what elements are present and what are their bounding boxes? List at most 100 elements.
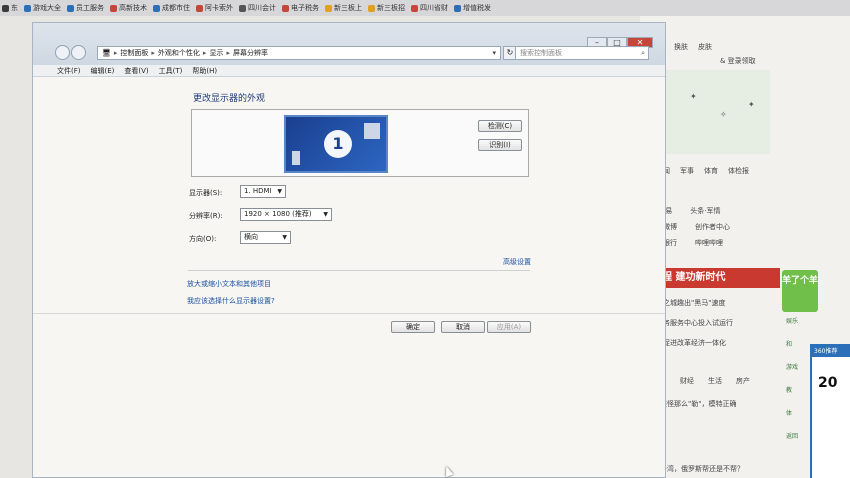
favorite-label: 成都市住 [162,4,190,12]
favorite-item[interactable]: 阿卡索外 [196,3,233,13]
side-item[interactable]: 教 [786,385,798,394]
favorite-label: 高新技术 [119,4,147,12]
favorite-item[interactable]: 新三板上 [325,3,362,13]
favorite-icon [110,4,117,12]
category-tabs: 财经 生活 房产 [680,376,750,386]
apply-button[interactable]: 应用(A) [487,321,531,333]
identify-button[interactable]: 识别(I) [478,139,522,151]
nav-theme[interactable]: 皮肤 [698,42,712,52]
favorite-icon [153,4,160,12]
display-label: 显示器(S): [189,189,223,197]
favorite-item[interactable]: 高新技术 [110,3,147,13]
tab-realestate[interactable]: 房产 [736,376,750,386]
menu-bar: 文件(F) 编辑(E) 查看(V) 工具(T) 帮助(H) [33,65,665,77]
tab-life[interactable]: 生活 [708,376,722,386]
site-link[interactable]: 头条·军情 [690,206,720,216]
advanced-settings-link[interactable]: 高级设置 [503,257,531,267]
site-link[interactable]: 哔哩哔哩 [695,238,723,248]
favorite-item[interactable]: 成都市住 [153,3,190,13]
news-item[interactable]: 政务服务中心投入试运行 [656,318,733,328]
favorite-icon [454,4,461,12]
bird-icon: ✧ [720,110,727,119]
favorite-label: 员工服务 [76,4,104,12]
news-item[interactable]: 力促进改革经济一体化 [656,338,726,348]
breadcrumb-item[interactable]: 屏幕分辨率 [233,48,268,58]
favorite-item[interactable]: 员工服务 [67,3,104,13]
monitor-window-icon [364,123,380,139]
search-placeholder: 搜索控制面板 [520,49,562,57]
game-ad[interactable]: 羊了个羊 [782,270,818,312]
favorite-item[interactable]: 新三板招 [368,3,405,13]
breadcrumb-item[interactable]: 显示 [209,48,223,58]
resolution-label: 分辨率(R): [189,212,223,220]
channel-checkup[interactable]: 体检报 [728,166,749,176]
screen-resolution-panel: 更改显示器的外观 1 检测(C) 识别(I) 显示器(S): 1. HDMI ▼… [33,77,665,478]
favorite-icon [239,4,246,12]
favorite-item[interactable]: 四川省财 [411,3,448,13]
favorite-item[interactable]: 四川会计 [239,3,276,13]
news-item[interactable]: 创之城趣出"黑马"速度 [656,298,725,308]
tab-finance[interactable]: 财经 [680,376,694,386]
chevron-down-icon[interactable]: ▾ [492,49,500,57]
link-row: 商银行 哔哩哔哩 [656,238,723,248]
side-item[interactable]: 和 [786,339,798,348]
breadcrumb-item[interactable]: 控制面板 [120,48,148,58]
resolution-select[interactable]: 1920 × 1080 (推荐) ▼ [240,208,332,221]
menu-tools[interactable]: 工具(T) [159,66,183,76]
side-item[interactable]: 娱乐 [786,316,798,325]
favorites-bar: 东 游戏大全 员工服务 高新技术 成都市住 阿卡索外 四川会计 电子税务 新三板上 新三板招 四川省… [0,0,850,16]
login-link[interactable]: & 登录领取 [720,56,756,66]
chevron-down-icon: ▼ [277,188,282,195]
favorite-item[interactable]: 增值税发 [454,3,491,13]
favorite-label: 四川会计 [248,4,276,12]
divider [188,270,530,271]
detect-button[interactable]: 检测(C) [478,120,522,132]
monitor-tower-icon [292,151,300,165]
page-title: 更改显示器的外观 [193,94,266,104]
site-link[interactable]: 创作者中心 [695,222,730,232]
channel-nav: 新闻 军事 体育 体检报 [656,166,749,176]
popup-header: 360推荐 [812,344,850,357]
search-icon[interactable]: ⌕ [641,47,645,59]
chevron-down-icon: ▼ [282,234,287,241]
channel-sports[interactable]: 体育 [704,166,718,176]
link-row: 浪微博 创作者中心 [656,222,730,232]
favorite-label: 四川省财 [420,4,448,12]
text-size-link[interactable]: 放大或缩小文本和其他项目 [187,279,271,289]
search-input[interactable]: 搜索控制面板 ⌕ [515,46,649,60]
menu-edit[interactable]: 编辑(E) [91,66,115,76]
display-settings-help-link[interactable]: 我应该选择什么显示器设置? [187,296,275,306]
favorite-item[interactable]: 游戏大全 [24,3,61,13]
back-button[interactable] [55,45,70,60]
forward-button[interactable] [71,45,86,60]
cancel-button[interactable]: 取消 [441,321,485,333]
monitor-1[interactable]: 1 [284,115,388,173]
favorite-item[interactable]: 电子税务 [282,3,319,13]
headline[interactable]: 难怪那么"勒"，模特正确 [660,399,736,409]
channel-military[interactable]: 军事 [680,166,694,176]
hero-image: ✦ ✧ ✦ [650,70,770,154]
divider [33,313,665,314]
nav-skin[interactable]: 换肤 [674,42,688,52]
menu-view[interactable]: 查看(V) [124,66,148,76]
favorite-label: 阿卡索外 [205,4,233,12]
ok-button[interactable]: 确定 [391,321,435,333]
favorite-icon [325,4,332,12]
display-select[interactable]: 1. HDMI ▼ [240,185,286,198]
favorite-label: 东 [11,4,18,12]
orientation-select[interactable]: 横向 ▼ [240,231,291,244]
headline[interactable]: 台湾，俄罗斯帮还是不帮？ [660,464,744,474]
favorite-label: 电子税务 [291,4,319,12]
menu-file[interactable]: 文件(F) [57,66,81,76]
orientation-value: 横向 [244,233,258,241]
breadcrumb-item[interactable]: 外观和个性化 [158,48,200,58]
control-panel-window: – □ ✕ 🖥 ▸ 控制面板 ▸ 外观和个性化 ▸ 显示 ▸ 屏幕分辨率 ▾ ↻… [32,22,666,478]
side-item[interactable]: 体 [786,408,798,417]
side-item[interactable]: 游戏 [786,362,798,371]
side-item[interactable]: 返回 [786,431,798,440]
menu-help[interactable]: 帮助(H) [192,66,217,76]
address-bar[interactable]: 🖥 ▸ 控制面板 ▸ 外观和个性化 ▸ 显示 ▸ 屏幕分辨率 ▾ [97,46,501,60]
favorite-item[interactable]: 东 [2,3,18,13]
news-banner: 程 建功新时代 [650,268,780,288]
notification-popup[interactable]: 360推荐 20 [810,344,850,478]
